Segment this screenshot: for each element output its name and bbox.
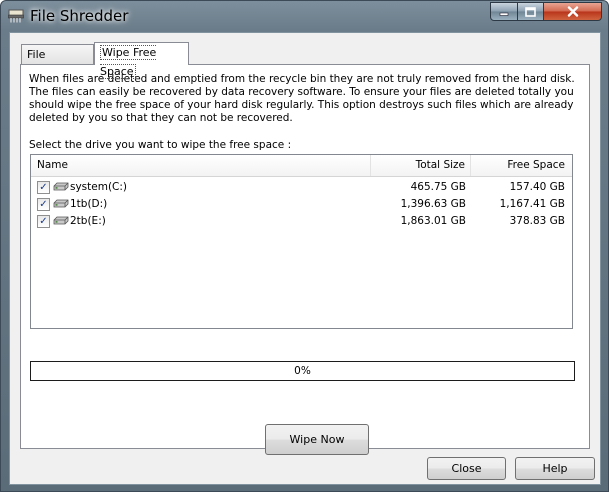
tab-file-shredder[interactable]: File Shredder bbox=[21, 44, 94, 80]
drive-row[interactable]: ✓ 1tb(D:) 1,396.63 GB 1,167.41 GB bbox=[31, 196, 572, 213]
drive-name: 1tb(D:) bbox=[70, 198, 108, 210]
drive-checkbox[interactable]: ✓ bbox=[37, 215, 50, 228]
drive-icon bbox=[53, 199, 69, 208]
drive-free-space: 378.83 GB bbox=[509, 215, 565, 227]
drive-name: 2tb(E:) bbox=[70, 215, 106, 227]
client-area: File Shredder Wipe Free Space When files… bbox=[9, 32, 601, 485]
minimize-icon bbox=[499, 12, 509, 16]
drive-icon bbox=[53, 216, 69, 225]
drive-row[interactable]: ✓ 2tb(E:) 1,863.01 GB 378.83 GB bbox=[31, 213, 572, 230]
wipe-progress-bar: 0% bbox=[30, 361, 575, 381]
help-button[interactable]: Help bbox=[515, 457, 595, 480]
drive-free-space: 157.40 GB bbox=[509, 181, 565, 193]
title-bar[interactable]: File Shredder bbox=[1, 1, 608, 32]
window-title: File Shredder bbox=[30, 7, 129, 25]
drive-checkbox[interactable]: ✓ bbox=[37, 198, 50, 211]
drive-checkbox[interactable]: ✓ bbox=[37, 181, 50, 194]
wipe-free-space-panel: When files are deleted and emptied from … bbox=[20, 64, 590, 455]
file-shredder-window: File Shredder File Shredder Wipe Free Sp… bbox=[0, 0, 609, 492]
drive-row[interactable]: ✓ system(C:) 465.75 GB 157.40 GB bbox=[31, 179, 572, 196]
drive-free-space: 1,167.41 GB bbox=[499, 198, 565, 210]
close-button[interactable]: Close bbox=[427, 457, 506, 480]
maximize-button[interactable] bbox=[517, 2, 544, 21]
column-header-total-size[interactable]: Total Size bbox=[371, 155, 471, 176]
tab-wipe-free-space[interactable]: Wipe Free Space bbox=[94, 42, 189, 79]
wipe-now-button[interactable]: Wipe Now bbox=[265, 424, 369, 455]
drive-name: system(C:) bbox=[70, 181, 128, 193]
drive-icon bbox=[53, 182, 69, 191]
minimize-button[interactable] bbox=[490, 2, 518, 21]
list-header: Name Total Size Free Space bbox=[31, 155, 572, 177]
shredder-icon bbox=[8, 9, 24, 23]
progress-text: 0% bbox=[294, 365, 311, 377]
drive-total-size: 465.75 GB bbox=[410, 181, 466, 193]
drive-list[interactable]: Name Total Size Free Space ✓ system(C:) … bbox=[30, 154, 573, 329]
drive-prompt-label: Select the drive you want to wipe the fr… bbox=[29, 139, 292, 151]
column-header-name[interactable]: Name bbox=[31, 155, 371, 176]
drive-total-size: 1,863.01 GB bbox=[400, 215, 466, 227]
drive-total-size: 1,396.63 GB bbox=[400, 198, 466, 210]
column-header-free-space[interactable]: Free Space bbox=[471, 155, 572, 176]
maximize-icon bbox=[525, 6, 536, 17]
close-icon bbox=[567, 6, 578, 17]
window-close-button[interactable] bbox=[543, 2, 602, 21]
